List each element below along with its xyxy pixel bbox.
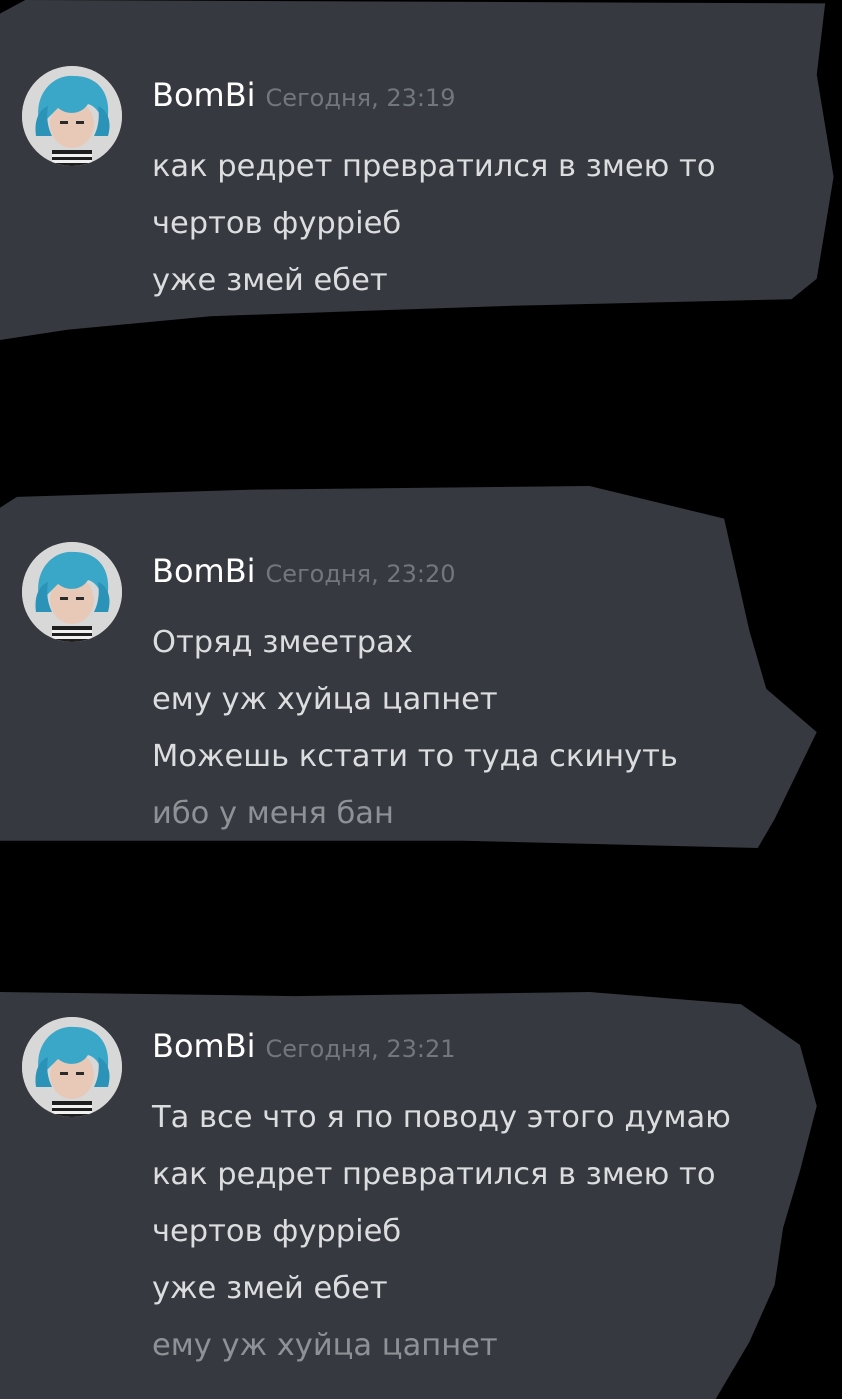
username[interactable]: BomBi xyxy=(152,76,256,114)
message-line: ибо у меня бан xyxy=(152,796,394,831)
message-line: Та все что я по поводу этого думаю xyxy=(152,1100,731,1135)
message-header: BomBi Сегодня, 23:20 xyxy=(152,552,456,596)
message-line: ему уж хуйца цапнет xyxy=(152,682,498,717)
message-line: Отряд змеетрах xyxy=(152,625,413,660)
message-line: уже змей ебет xyxy=(152,1271,388,1306)
message-body: Та все что я по поводу этого думаю как р… xyxy=(152,1089,832,1374)
avatar-image-icon xyxy=(22,1017,122,1117)
message-header: BomBi Сегодня, 23:21 xyxy=(152,1027,456,1071)
avatar-image-icon xyxy=(22,66,122,166)
message-line: чертов фуррieб xyxy=(152,1214,402,1249)
user-avatar[interactable] xyxy=(22,542,122,642)
message-header: BomBi Сегодня, 23:19 xyxy=(152,76,456,120)
message-line: уже змей ебет xyxy=(152,263,388,298)
user-avatar[interactable] xyxy=(22,1017,122,1117)
message-line: как редрет превратился в змею то xyxy=(152,1157,716,1192)
username[interactable]: BomBi xyxy=(152,1027,256,1065)
message-line: чертов фуррieб xyxy=(152,206,402,241)
user-avatar[interactable] xyxy=(22,66,122,166)
message-line: как редрет превратился в змею то xyxy=(152,149,716,184)
message-line: Можешь кстати то туда скинуть xyxy=(152,739,678,774)
avatar-image-icon xyxy=(22,542,122,642)
message-timestamp: Сегодня, 23:21 xyxy=(265,1035,456,1063)
message-timestamp: Сегодня, 23:19 xyxy=(265,84,456,112)
message-body: как редрет превратился в змею то чертов … xyxy=(152,138,832,309)
message-line: ему уж хуйца цапнет xyxy=(152,1328,498,1363)
message-body: Отряд змеетрах ему уж хуйца цапнет Можеш… xyxy=(152,614,832,842)
message-timestamp: Сегодня, 23:20 xyxy=(265,560,456,588)
username[interactable]: BomBi xyxy=(152,552,256,590)
chat-screenshot-collage: BomBi Сегодня, 23:19 как редрет превратил… xyxy=(0,0,842,1399)
